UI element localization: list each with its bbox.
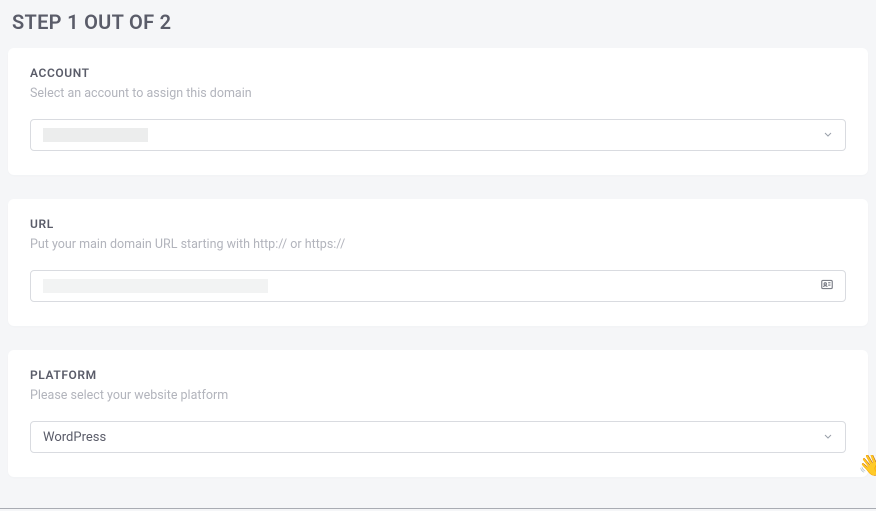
step-title: STEP 1 OUT OF 2 [8,10,868,34]
url-description: Put your main domain URL starting with h… [30,237,846,252]
platform-label: PLATFORM [30,368,846,382]
url-label: URL [30,217,846,231]
platform-description: Please select your website platform [30,388,846,403]
account-description: Select an account to assign this domain [30,86,846,101]
contact-card-icon [820,277,834,296]
url-input[interactable] [30,270,846,302]
account-card: ACCOUNT Select an account to assign this… [8,48,868,175]
account-label: ACCOUNT [30,66,846,80]
platform-selected-value: WordPress [43,430,106,445]
chat-widget[interactable]: 👋 [854,455,876,491]
account-selected-redacted [43,128,148,142]
wave-icon: 👋 [858,455,876,477]
platform-select[interactable]: WordPress [30,421,846,453]
url-card: URL Put your main domain URL starting wi… [8,199,868,326]
account-select[interactable] [30,119,846,151]
platform-card: PLATFORM Please select your website plat… [8,350,868,477]
url-value-redacted [43,279,268,293]
